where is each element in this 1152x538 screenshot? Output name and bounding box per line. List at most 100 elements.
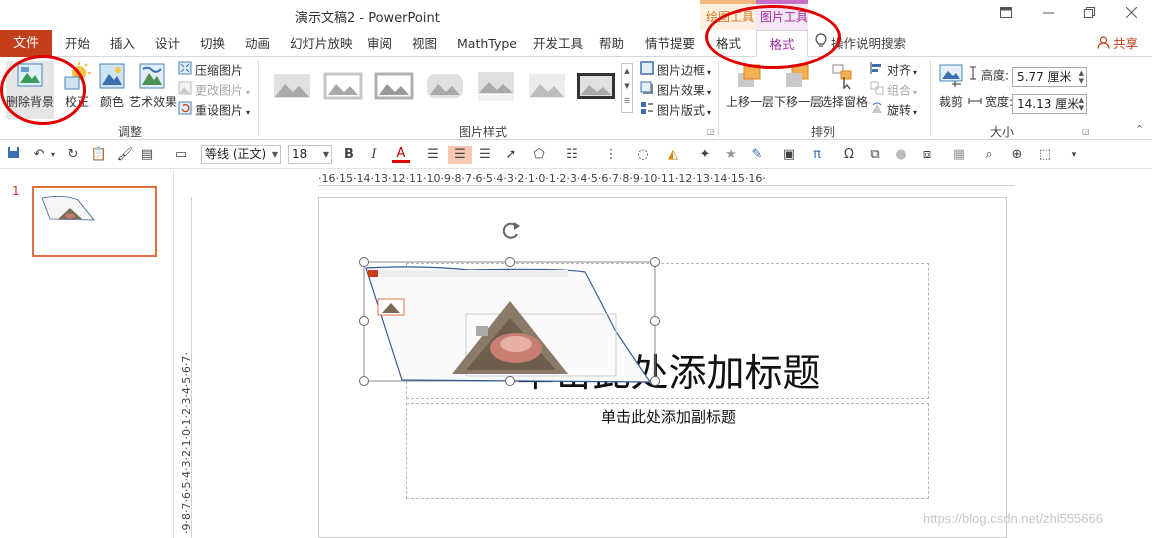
picture-style-6[interactable] — [526, 69, 568, 103]
tab-developer[interactable]: 开发工具 — [533, 30, 583, 57]
tab-design[interactable]: 设计 — [155, 30, 180, 57]
crop-button[interactable]: 裁剪 — [936, 61, 966, 110]
change-picture-icon — [178, 81, 192, 101]
align-button[interactable]: 对齐 ▾ — [870, 61, 917, 80]
group-separator — [930, 61, 931, 137]
artistic-effects-icon — [139, 63, 165, 89]
circle-icon[interactable]: ● — [892, 146, 910, 164]
picture-style-2[interactable] — [322, 69, 364, 103]
shape-outline-icon[interactable]: ◌ — [634, 146, 652, 164]
compress-pictures-button[interactable]: 压缩图片 — [178, 61, 243, 80]
color-button[interactable]: 颜色 — [97, 61, 127, 110]
annotation-circle-remove-background — [0, 55, 86, 125]
width-input[interactable]: 14.13 厘米 ▲ ▼ — [1012, 94, 1087, 114]
change-picture-button[interactable]: 更改图片 ▾ — [178, 81, 250, 100]
star-icon[interactable]: ★ — [722, 146, 740, 164]
comment-icon[interactable]: ⌕ — [980, 146, 998, 164]
align-left-icon[interactable]: ☰ — [424, 146, 442, 164]
numbering-icon[interactable]: ⋮ — [602, 146, 620, 164]
crop-label: 裁剪 — [938, 95, 963, 109]
size-launcher-icon[interactable]: ◲ — [1082, 127, 1090, 136]
color-label: 颜色 — [99, 95, 124, 109]
tab-help[interactable]: 帮助 — [599, 30, 624, 57]
layout-icon[interactable]: ▤ — [138, 146, 156, 164]
width-value: 14.13 厘米 — [1017, 97, 1080, 111]
rotate-button[interactable]: 旋转 ▾ — [870, 101, 917, 120]
picture-style-7[interactable] — [575, 69, 617, 103]
font-color-button[interactable]: A — [392, 146, 410, 163]
group-button[interactable]: 组合 ▾ — [870, 81, 917, 100]
picture-styles-launcher-icon[interactable]: ◲ — [707, 127, 715, 136]
font-name-select[interactable]: 等线 (正文) ▼ — [201, 145, 281, 164]
pen-color-icon[interactable]: ✎ — [748, 146, 766, 164]
thumbnail-picture — [41, 196, 95, 221]
minimize-button[interactable] — [1037, 5, 1059, 23]
justify-icon[interactable]: ☰ — [476, 146, 494, 164]
tab-file[interactable]: 文件 — [0, 30, 52, 57]
symbol-icon[interactable]: Ω — [840, 146, 858, 164]
collapse-ribbon-icon[interactable]: ⌃ — [1135, 123, 1144, 136]
textbox-icon[interactable]: ▣ — [780, 146, 798, 164]
subtitle-placeholder[interactable]: 单击此处添加副标题 — [406, 403, 929, 499]
close-button[interactable] — [1120, 5, 1142, 23]
tab-storyboarding[interactable]: 情节提要 — [645, 30, 695, 57]
tab-animations[interactable]: 动画 — [245, 30, 270, 57]
fill-color-icon[interactable]: ◭ — [664, 146, 682, 164]
shapes-icon[interactable]: ⬠ — [530, 146, 548, 164]
picture-style-4[interactable] — [424, 69, 466, 103]
maximize-button[interactable] — [1078, 5, 1100, 23]
picture-effects-label: 图片效果 — [657, 83, 706, 98]
picture-layout-button[interactable]: 图片版式 ▾ — [640, 101, 711, 120]
picture-style-1[interactable] — [271, 69, 313, 103]
zoom-icon[interactable]: ⊕ — [1008, 146, 1026, 164]
table-icon[interactable]: ▦ — [950, 146, 968, 164]
tab-home[interactable]: 开始 — [65, 30, 90, 57]
align-center-icon[interactable]: ☰ — [448, 146, 472, 164]
styles-gallery-scroll[interactable]: ▲ ▼ ☰ — [621, 63, 633, 113]
ribbon-display-options-icon[interactable] — [995, 5, 1017, 23]
reset-picture-button[interactable]: 重设图片 ▾ — [178, 101, 250, 120]
vertical-ruler-ticks: ·9·8·7·6·5·4·3·2·1·0·1·2·3·4·5·6·7· — [180, 352, 193, 534]
height-input[interactable]: 5.77 厘米 ▲ ▼ — [1012, 67, 1087, 87]
width-spin-arrows-icon[interactable]: ▲ ▼ — [1079, 96, 1084, 112]
tab-review[interactable]: 审阅 — [367, 30, 392, 57]
lasso-icon[interactable]: ⬚ — [1036, 146, 1054, 164]
slide[interactable]: 单击此处添加标题 单击此处添加副标题 — [318, 197, 1007, 538]
tab-mathtype[interactable]: MathType — [457, 30, 517, 57]
font-size-select[interactable]: 18 ▼ — [288, 145, 332, 164]
slide-thumbnail[interactable] — [32, 186, 157, 257]
paste-icon[interactable]: 📋 — [90, 146, 108, 164]
redo-icon[interactable]: ↻ — [64, 146, 82, 164]
chevron-down-icon: ▼ — [271, 150, 278, 159]
picture-border-button[interactable]: 图片边框 ▾ — [640, 61, 711, 80]
height-spin-arrows-icon[interactable]: ▲ ▼ — [1079, 69, 1084, 85]
tab-slideshow[interactable]: 幻灯片放映 — [290, 30, 353, 57]
picture-effects-button[interactable]: 图片效果 ▾ — [640, 81, 711, 100]
share-button[interactable]: 共享 — [1097, 30, 1138, 57]
tab-insert[interactable]: 插入 — [110, 30, 135, 57]
tab-transitions[interactable]: 切换 — [200, 30, 225, 57]
new-slide-icon[interactable]: ▭ — [172, 146, 190, 164]
title-placeholder[interactable]: 单击此处添加标题 — [406, 263, 929, 399]
crop-small-icon[interactable]: ⧉ — [866, 146, 884, 164]
artistic-effects-button[interactable]: 艺术效果 — [129, 61, 177, 110]
save-icon[interactable] — [4, 146, 22, 164]
title-bar: 演示文稿2 - PowerPoint 绘图工具 图片工具 — [0, 0, 1152, 30]
reorder-icon[interactable]: ⧈ — [918, 146, 936, 164]
format-painter-icon[interactable]: 🖌 — [116, 146, 134, 164]
bullets-icon[interactable]: ☷ — [563, 146, 581, 164]
quick-access-toolbar: ↶ ▾ ↻ 📋 🖌 ▤ ▭ 等线 (正文) ▼ 18 ▼ B I A ☰ ☰ ☰ ➚… — [0, 141, 1152, 169]
picture-effects-icon — [640, 81, 654, 101]
selection-pane-button[interactable]: 选择窗格 — [820, 61, 868, 110]
picture-style-5[interactable] — [475, 69, 517, 103]
italic-button[interactable]: I — [365, 146, 383, 164]
bold-button[interactable]: B — [340, 146, 358, 164]
picture-style-3[interactable] — [373, 69, 415, 103]
tab-view[interactable]: 视图 — [412, 30, 437, 57]
select-arrow-icon[interactable]: ➚ — [502, 146, 520, 164]
chevron-down-icon[interactable]: ▾ — [44, 146, 62, 164]
customize-toolbar-icon[interactable]: ▾ — [1065, 146, 1083, 164]
animation-icon[interactable]: ✦ — [696, 146, 714, 164]
chevron-down-icon: ▾ — [913, 107, 918, 117]
equation-icon[interactable]: π — [808, 146, 826, 164]
